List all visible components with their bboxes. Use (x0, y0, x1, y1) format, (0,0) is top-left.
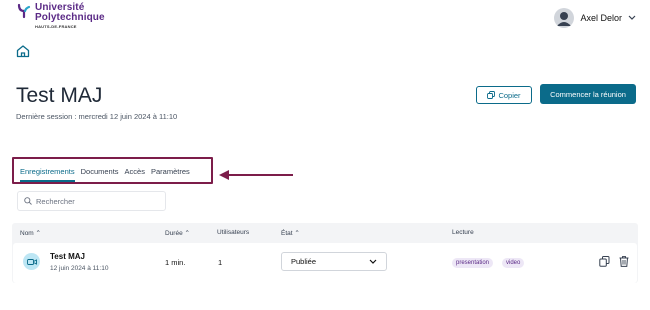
recording-users: 1 (218, 258, 223, 267)
column-header-playback: Lecture (452, 229, 474, 236)
recording-name: Test MAJ (50, 252, 85, 261)
page-title: Test MAJ (16, 84, 103, 107)
top-bar: Université Polytechnique HAUTS-DE-FRANCE… (0, 0, 650, 40)
tab-bar: Enregistrements Documents Accès Paramètr… (20, 167, 196, 182)
format-badge-presentation[interactable]: presentation (452, 258, 494, 268)
search-icon (24, 197, 32, 205)
tab-access[interactable]: Accès (125, 167, 145, 182)
chevron-down-icon (369, 259, 377, 264)
tab-settings[interactable]: Paramètres (151, 167, 190, 182)
upf-logo-icon (17, 3, 31, 19)
start-meeting-button[interactable]: Commencer la réunion (540, 84, 636, 104)
logo-line3: HAUTS-DE-FRANCE (35, 24, 77, 29)
recording-duration: 1 min. (165, 258, 186, 267)
university-logo[interactable]: Université Polytechnique HAUTS-DE-FRANCE (17, 3, 105, 29)
state-select-value: Publiée (291, 257, 317, 266)
tab-recordings[interactable]: Enregistrements (20, 167, 75, 182)
format-badge-video[interactable]: video (502, 258, 525, 268)
video-camera-icon (23, 253, 40, 270)
user-name: Axel Delor (580, 13, 622, 23)
trash-icon[interactable] (619, 256, 629, 267)
user-avatar-icon (554, 8, 575, 28)
search-input[interactable]: Rechercher (17, 191, 166, 211)
copy-icon (487, 91, 496, 99)
copy-button[interactable]: Copier (476, 86, 532, 104)
search-placeholder: Rechercher (36, 196, 75, 206)
state-select[interactable]: Publiée (281, 252, 387, 271)
copy-link-icon[interactable] (599, 256, 610, 267)
user-menu[interactable]: Axel Delor (554, 8, 636, 28)
annotation-arrow-icon (219, 170, 293, 180)
home-icon[interactable] (16, 44, 30, 58)
logo-line2: Polytechnique (35, 12, 105, 23)
last-session-text: Dernière session : mercredi 12 juin 2024… (16, 112, 178, 121)
column-header-name[interactable]: Nom ⌃ (20, 229, 41, 237)
column-header-duration[interactable]: Durée ⌃ (165, 229, 190, 237)
recording-date: 12 juin 2024 à 11:10 (50, 265, 109, 272)
tab-documents[interactable]: Documents (81, 167, 119, 182)
chevron-down-icon (628, 15, 636, 20)
column-header-users: Utilisateurs (217, 229, 250, 236)
start-meeting-label: Commencer la réunion (550, 89, 626, 99)
copy-button-label: Copier (498, 90, 521, 100)
column-header-state[interactable]: État ⌃ (281, 229, 300, 237)
